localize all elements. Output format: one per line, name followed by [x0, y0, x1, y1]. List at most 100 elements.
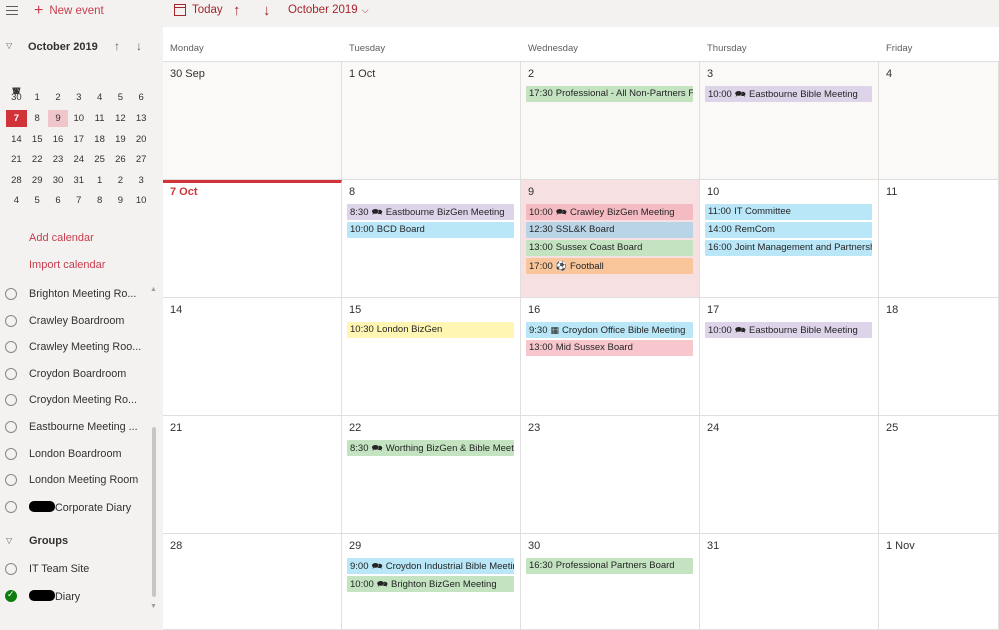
calendar-toggle-radio[interactable]	[5, 341, 17, 354]
calendar-toggle-radio[interactable]	[5, 288, 17, 300]
calendar-toggle-radio[interactable]	[5, 314, 17, 327]
mini-day-cell[interactable]: 16	[48, 131, 69, 148]
hamburger-menu-icon[interactable]	[6, 6, 18, 16]
mini-day-cell[interactable]: 22	[27, 151, 48, 168]
calendar-event[interactable]: 17:00 ⚽ Football	[526, 258, 693, 274]
mini-day-cell[interactable]: 6	[48, 192, 69, 209]
mini-day-cell[interactable]: 7	[68, 192, 89, 209]
calendar-toggle-radio[interactable]	[5, 420, 17, 433]
calendar-list-item[interactable]: Croydon Meeting Ro...	[0, 388, 163, 415]
mini-day-cell[interactable]: 23	[48, 151, 69, 168]
day-cell[interactable]: 23	[521, 416, 700, 533]
day-cell[interactable]: 16	[521, 298, 700, 415]
calendar-list-item[interactable]: Croydon Boardroom	[0, 362, 163, 389]
mini-day-cell[interactable]: 14	[6, 131, 27, 148]
mini-day-cell[interactable]: 13	[131, 110, 152, 127]
mini-day-cell[interactable]: 26	[110, 151, 131, 168]
mini-day-cell[interactable]: 10	[68, 110, 89, 127]
calendar-list-item[interactable]: Eastbourne Meeting ...	[0, 415, 163, 442]
day-cell[interactable]: 1 Oct	[342, 62, 521, 179]
mini-day-cell[interactable]: 12	[110, 110, 131, 127]
day-cell[interactable]: 1 Nov	[879, 534, 999, 629]
scroll-down-arrow-icon[interactable]: ▼	[150, 603, 157, 610]
calendar-event[interactable]: 16:00 Joint Management and Partnershi	[705, 240, 872, 256]
mini-day-cell[interactable]: 2	[110, 172, 131, 189]
calendar-event[interactable]: 8:30 🗪 Eastbourne BizGen Meeting	[347, 204, 514, 220]
calendar-list-item[interactable]: London Boardroom	[0, 442, 163, 469]
mini-day-cell[interactable]: 4	[89, 89, 110, 106]
mini-day-cell[interactable]: 30	[48, 172, 69, 189]
calendar-list-item[interactable]: Corporate Diary	[0, 495, 163, 522]
day-cell[interactable]: 24	[700, 416, 879, 533]
day-cell[interactable]: 18	[879, 298, 999, 415]
mini-day-cell[interactable]: 29	[27, 172, 48, 189]
mini-day-cell[interactable]: 3	[68, 89, 89, 106]
sidebar-scrollbar[interactable]	[152, 427, 156, 597]
day-cell[interactable]: 17	[700, 298, 879, 415]
day-cell[interactable]: 22	[342, 416, 521, 533]
mini-day-cell[interactable]: 3	[131, 172, 152, 189]
mini-day-cell[interactable]: 24	[68, 151, 89, 168]
calendar-event[interactable]: 10:00 🗪 Eastbourne Bible Meeting	[705, 86, 872, 102]
calendar-list-item[interactable]: Crawley Meeting Roo...	[0, 335, 163, 362]
mini-day-cell[interactable]: 5	[110, 89, 131, 106]
mini-day-cell[interactable]: 19	[110, 131, 131, 148]
calendar-event[interactable]: 10:00 🗪 Brighton BizGen Meeting	[347, 576, 514, 592]
collapse-chevron-icon[interactable]: ▽	[6, 41, 12, 50]
calendar-list-item[interactable]: Crawley Boardroom	[0, 309, 163, 336]
calendar-event[interactable]: 10:30 London BizGen	[347, 322, 514, 338]
mini-day-cell[interactable]: 8	[27, 110, 48, 127]
calendar-event[interactable]: 13:00 Sussex Coast Board	[526, 240, 693, 256]
mini-next-month-icon[interactable]: ↓	[136, 39, 142, 53]
calendar-event[interactable]: 9:00 🗪 Croydon Industrial Bible Meetin	[347, 558, 514, 574]
calendar-event[interactable]: 17:30 Professional - All Non-Partners Fee	[526, 86, 693, 102]
mini-day-cell[interactable]: 1	[27, 89, 48, 106]
mini-day-cell[interactable]: 25	[89, 151, 110, 168]
mini-day-cell[interactable]: 4	[6, 192, 27, 209]
day-cell[interactable]: 30 Sep	[163, 62, 342, 179]
calendar-toggle-radio[interactable]	[5, 447, 17, 460]
calendar-event[interactable]: 10:00 🗪 Crawley BizGen Meeting	[526, 204, 693, 220]
mini-day-cell[interactable]: 6	[131, 89, 152, 106]
previous-month-arrow-icon[interactable]: ↑	[233, 2, 241, 19]
month-picker[interactable]: October 2019 ⌵	[288, 4, 369, 16]
mini-calendar-title[interactable]: October 2019	[28, 41, 98, 53]
mini-day-cell[interactable]: 1	[89, 172, 110, 189]
calendar-list-item[interactable]: Diary	[0, 584, 163, 611]
day-cell[interactable]: 21	[163, 416, 342, 533]
import-calendar-link[interactable]: Import calendar	[29, 259, 105, 271]
mini-day-cell[interactable]: 17	[68, 131, 89, 148]
calendar-toggle-radio[interactable]	[5, 500, 17, 513]
calendar-event[interactable]: 9:30 ▦ Croydon Office Bible Meeting	[526, 322, 693, 338]
calendar-toggle-radio[interactable]	[5, 394, 17, 407]
groups-header[interactable]: ▽ Groups	[0, 535, 163, 551]
calendar-event[interactable]: 10:00 🗪 Eastbourne Bible Meeting	[705, 322, 872, 338]
calendar-event[interactable]: 8:30 🗪 Worthing BizGen & Bible Meetin	[347, 440, 514, 456]
calendar-list-item[interactable]: IT Team Site	[0, 557, 163, 584]
mini-day-cell[interactable]: 27	[131, 151, 152, 168]
mini-day-cell[interactable]: 11	[89, 110, 110, 127]
mini-day-cell[interactable]: 18	[89, 131, 110, 148]
next-month-arrow-icon[interactable]: ↓	[263, 2, 271, 19]
calendar-event[interactable]: 10:00 BCD Board	[347, 222, 514, 238]
day-cell[interactable]: 14	[163, 298, 342, 415]
calendar-list-item[interactable]: London Meeting Room	[0, 468, 163, 495]
mini-day-cell[interactable]: 8	[89, 192, 110, 209]
mini-day-cell[interactable]: 10	[131, 192, 152, 209]
calendar-toggle-radio[interactable]	[5, 589, 17, 602]
day-cell[interactable]: 9	[521, 180, 700, 297]
day-cell[interactable]: 2	[521, 62, 700, 179]
new-event-button[interactable]: + New event	[34, 3, 104, 19]
day-cell[interactable]: 15	[342, 298, 521, 415]
day-cell[interactable]: 31	[700, 534, 879, 629]
day-cell[interactable]: 11	[879, 180, 999, 297]
add-calendar-link[interactable]: Add calendar	[29, 232, 94, 244]
day-cell[interactable]: 7 Oct	[163, 180, 342, 297]
calendar-toggle-radio[interactable]	[5, 367, 17, 380]
calendar-event[interactable]: 11:00 IT Committee	[705, 204, 872, 220]
mini-day-cell[interactable]: 21	[6, 151, 27, 168]
day-cell[interactable]: 10	[700, 180, 879, 297]
today-button[interactable]: Today	[174, 4, 223, 16]
day-cell[interactable]: 25	[879, 416, 999, 533]
mini-day-cell[interactable]: 9	[47, 109, 69, 127]
